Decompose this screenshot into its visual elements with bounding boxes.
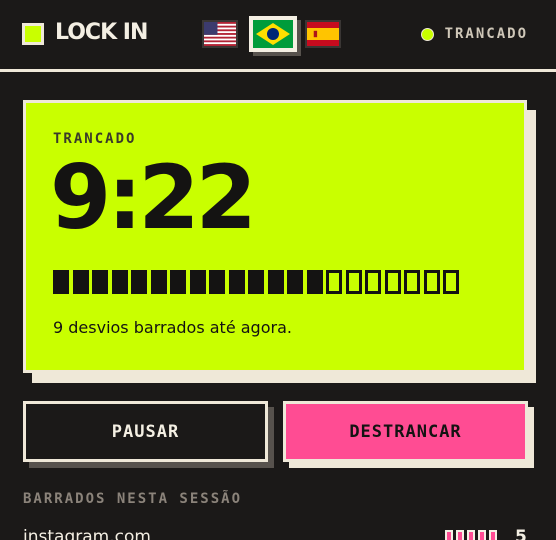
lock-status: TRANCADO [421,26,528,42]
logo-square-icon [22,23,44,45]
progress-segment-empty [384,270,401,294]
count-bar [478,530,486,540]
list-item: instagram.com 5 [23,527,533,540]
spain-flag-icon[interactable] [305,20,341,48]
progress-segment-filled [170,270,186,294]
blocked-section-title: BARRADOS NESTA SESSÃO [23,491,243,507]
progress-segment-empty [423,270,440,294]
unlock-button[interactable]: DESTRANCAR [283,401,528,462]
blocked-count-note: 9 desvios barrados até agora. [53,318,292,337]
card-label: TRANCADO [53,131,137,147]
blocked-domain: instagram.com [23,527,151,540]
count-bar [445,530,453,540]
progress-segment-filled [92,270,108,294]
lock-card: TRANCADO 9:22 9 desvios barrados até ago… [23,100,527,373]
blocked-count: 5 [515,527,527,540]
progress-segment-empty [365,270,381,294]
pause-button[interactable]: PAUSAR [23,401,268,462]
countdown-timer: 9:22 [50,146,257,249]
progress-segment-filled [53,270,69,294]
progress-segment-filled [189,270,206,294]
progress-bar [53,270,463,294]
app-name: LOCK IN [55,20,148,45]
status-dot-icon [421,28,433,40]
progress-segment-empty [345,270,362,294]
progress-segment-filled [287,270,303,294]
progress-segment-empty [326,270,342,294]
progress-segment-filled [306,270,323,294]
us-flag-icon[interactable] [202,20,238,48]
block-count-bars [445,530,500,540]
progress-segment-filled [150,270,167,294]
progress-segment-empty [443,270,459,294]
progress-segment-filled [131,270,147,294]
count-bar [489,530,497,540]
count-bar [456,530,464,540]
progress-segment-filled [248,270,264,294]
progress-segment-filled [72,270,89,294]
app-header: LOCK IN TRANCADO [0,0,556,72]
progress-segment-filled [111,270,128,294]
progress-segment-filled [209,270,225,294]
progress-segment-empty [404,270,420,294]
progress-segment-filled [228,270,245,294]
progress-segment-filled [267,270,284,294]
status-label: TRANCADO [444,26,528,42]
count-bar [467,530,475,540]
brazil-flag-icon[interactable] [249,16,297,52]
